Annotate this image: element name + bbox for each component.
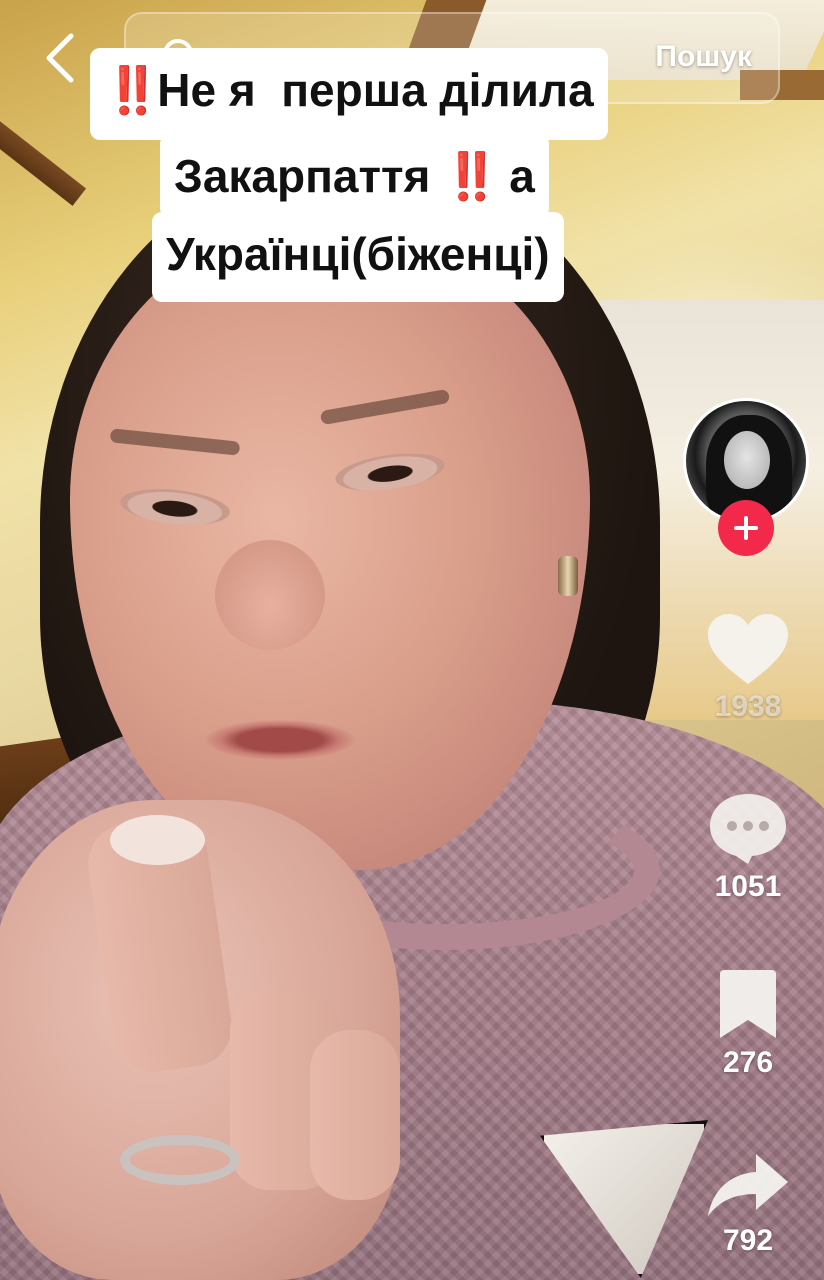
caption-text: а bbox=[509, 150, 535, 202]
chevron-left-icon bbox=[46, 33, 74, 83]
person-face bbox=[70, 230, 590, 870]
like-button[interactable]: 1938 bbox=[700, 612, 796, 724]
share-count: 792 bbox=[722, 1224, 774, 1257]
caption-text: Закарпаття bbox=[174, 150, 431, 202]
person-earring bbox=[558, 556, 578, 596]
comment-button[interactable]: 1051 bbox=[700, 790, 796, 904]
person-ring bbox=[120, 1135, 240, 1185]
favorite-button[interactable]: 276 bbox=[700, 968, 796, 1080]
caption-text: Українці(біженці) bbox=[166, 228, 550, 280]
share-button[interactable]: 792 bbox=[700, 1150, 796, 1258]
bookmark-icon bbox=[720, 970, 776, 1038]
plus-icon bbox=[734, 516, 758, 540]
share-arrow-icon bbox=[708, 1154, 788, 1216]
caption-line-2: Закарпаття ‼️ а bbox=[160, 134, 549, 218]
favorite-count: 276 bbox=[722, 1046, 774, 1079]
follow-button[interactable] bbox=[718, 500, 774, 556]
person-finger bbox=[310, 1030, 400, 1200]
like-count: 1938 bbox=[714, 690, 782, 723]
video-screen[interactable]: Пошук ‼️Не я перша ділила Закарпаття ‼️ … bbox=[0, 0, 824, 1280]
person-fingernail bbox=[110, 815, 205, 865]
comment-icon bbox=[710, 794, 786, 864]
search-label[interactable]: Пошук bbox=[655, 40, 752, 74]
comment-count: 1051 bbox=[714, 870, 782, 903]
person-mouth bbox=[205, 720, 355, 760]
caption-line-3: Українці(біженці) bbox=[152, 212, 564, 302]
caption-line-1: ‼️Не я перша ділила bbox=[90, 48, 608, 140]
person-nose bbox=[215, 540, 325, 650]
heart-icon bbox=[708, 614, 788, 684]
double-exclamation-mark: ‼️ bbox=[443, 150, 500, 202]
back-button[interactable] bbox=[32, 28, 88, 88]
double-exclamation-mark: ‼️ bbox=[104, 64, 161, 116]
avatar-face bbox=[724, 431, 770, 489]
caption-text: Не я перша ділила bbox=[157, 64, 594, 116]
